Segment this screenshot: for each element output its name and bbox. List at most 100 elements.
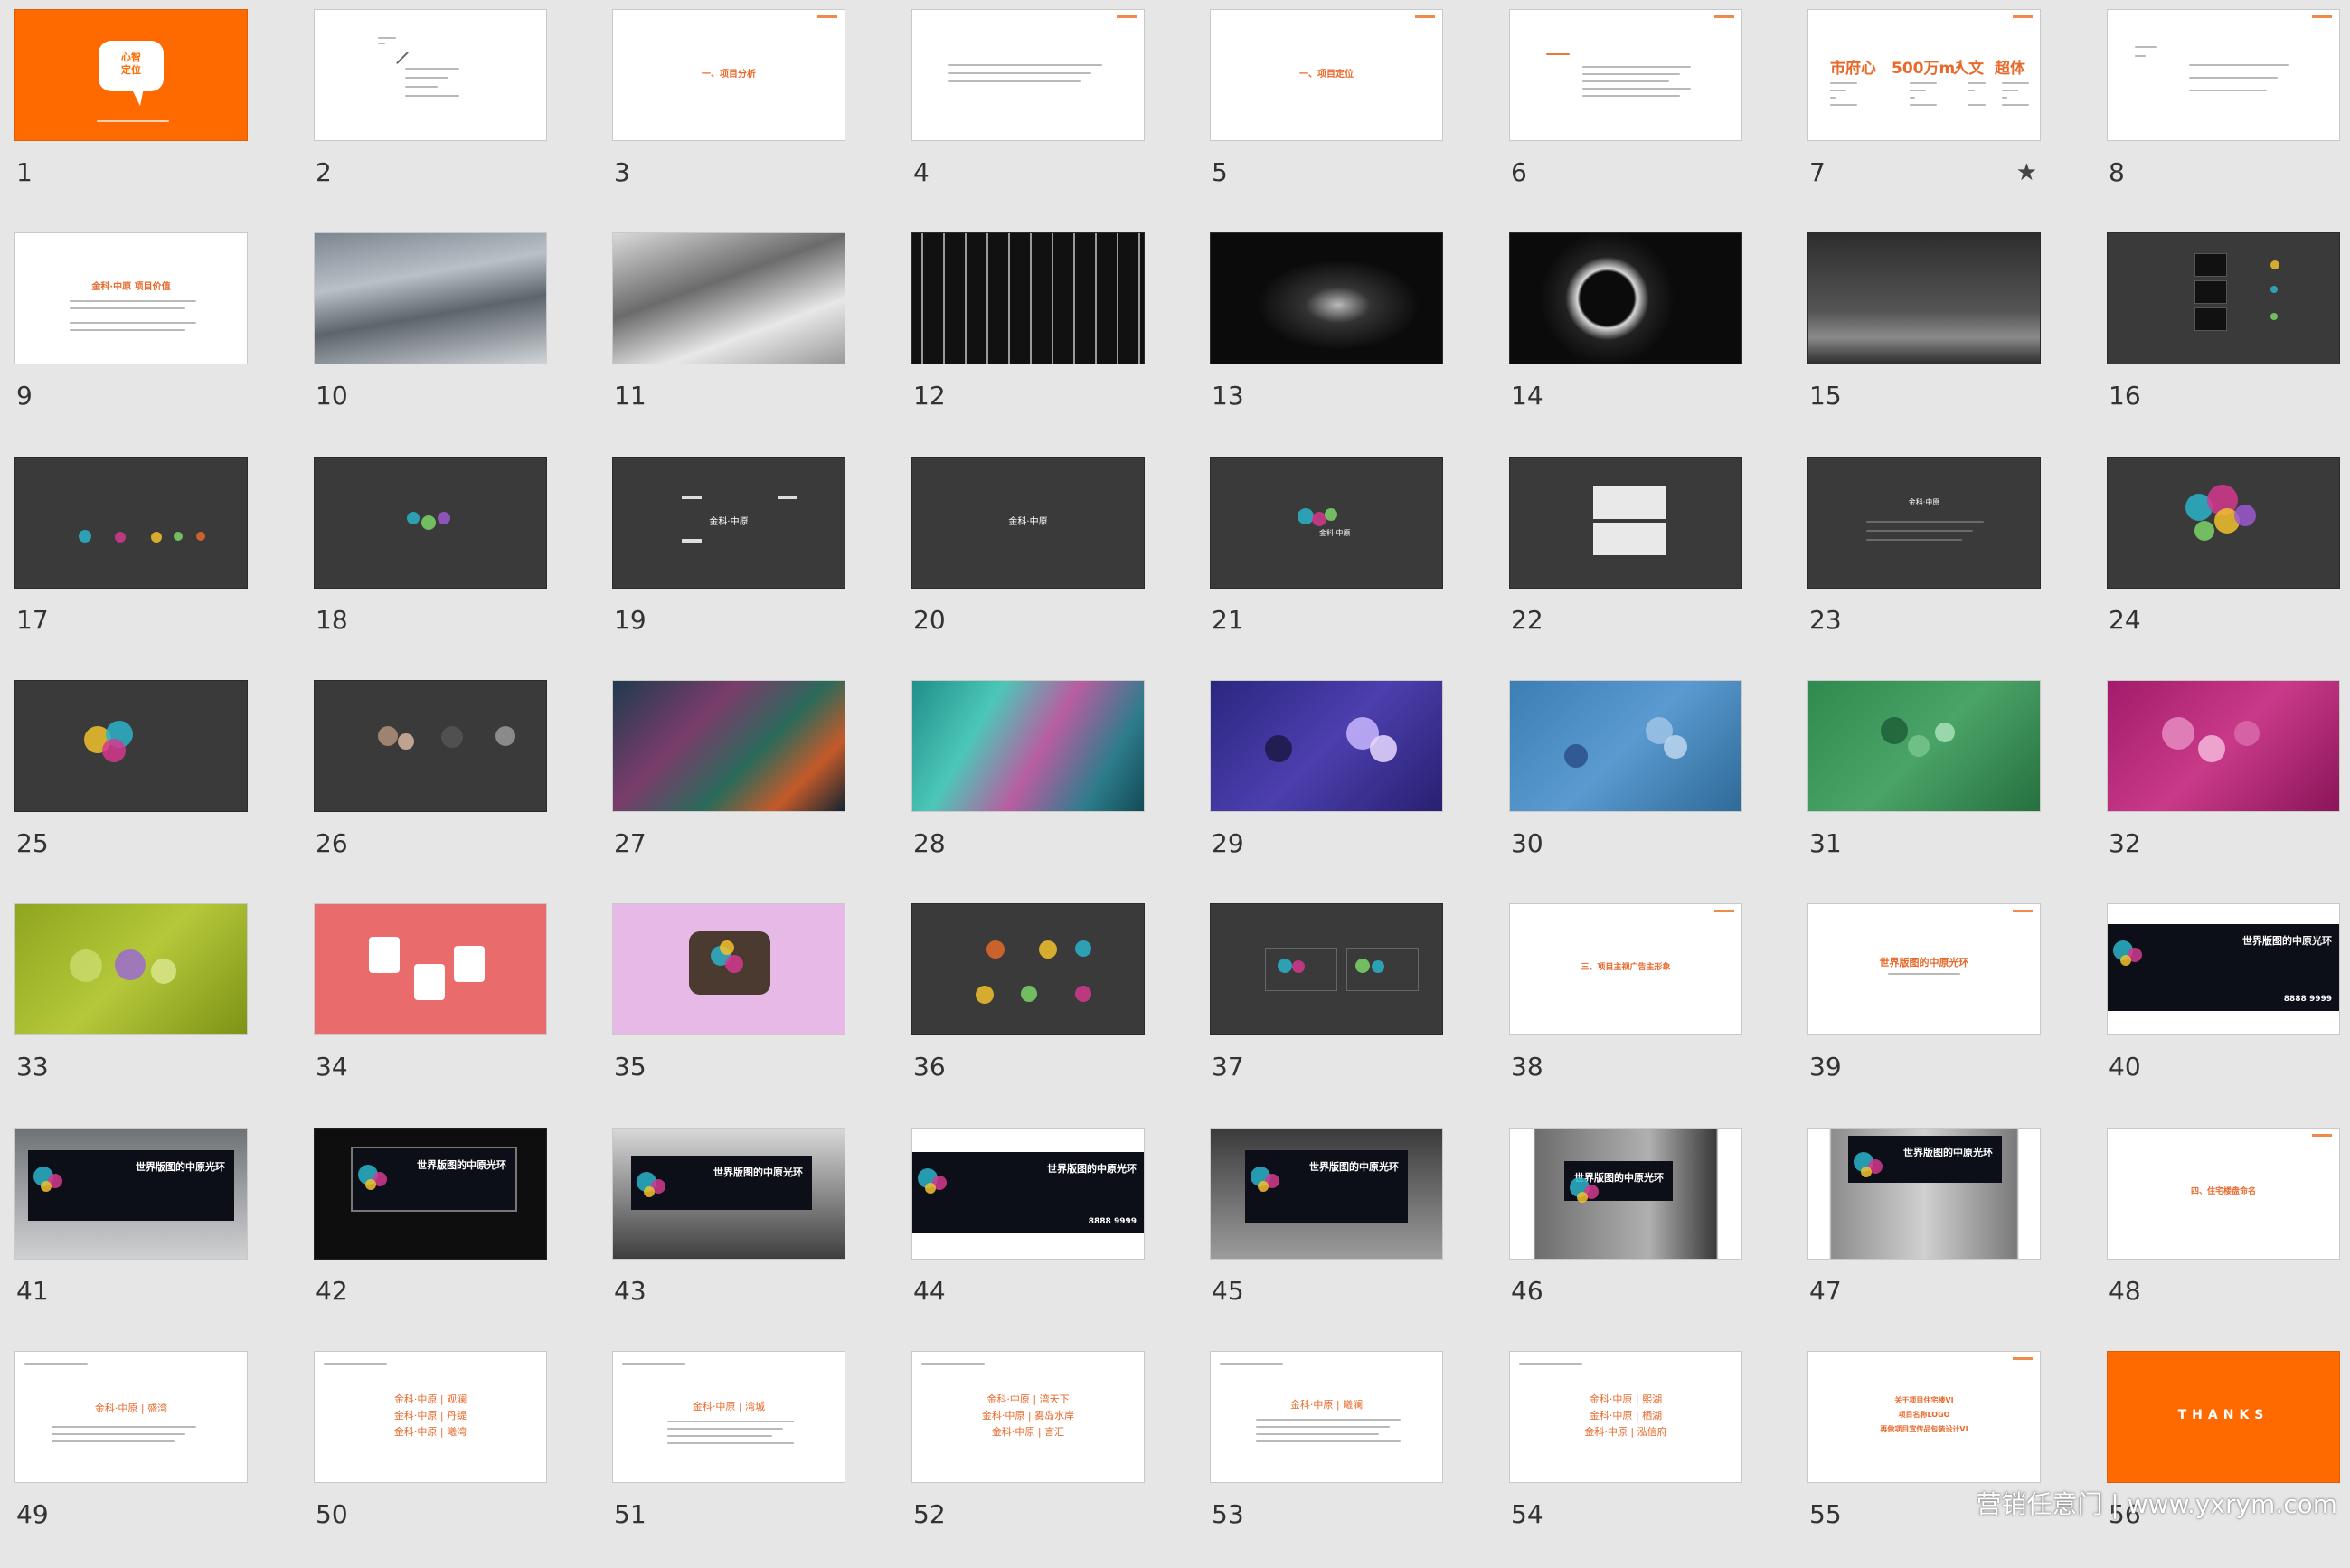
slide-preview[interactable]: 金科·中原 — [1210, 457, 1443, 589]
slide-thumbnail-14[interactable]: 14 — [1509, 232, 1742, 449]
slide-preview[interactable] — [1210, 680, 1443, 812]
slide-thumbnail-43[interactable]: 世界版图的中原光环 43 — [612, 1128, 845, 1345]
slide-preview[interactable] — [1509, 457, 1742, 589]
slide-preview[interactable]: 三、项目主视广告主形象 — [1509, 903, 1742, 1035]
slide-preview[interactable] — [911, 680, 1145, 812]
slide-thumbnail-49[interactable]: 金科·中原 | 盛湾 49 — [14, 1351, 248, 1568]
slide-thumbnail-30[interactable]: 30 — [1509, 680, 1742, 897]
slide-preview[interactable] — [1509, 680, 1742, 812]
slide-preview[interactable] — [1807, 680, 2041, 812]
slide-thumbnail-39[interactable]: 世界版图的中原光环 39 — [1807, 903, 2041, 1120]
slide-thumbnail-15[interactable]: 15 — [1807, 232, 2041, 449]
slide-preview[interactable]: 世界版图的中原光环 — [1807, 1128, 2041, 1260]
slide-preview[interactable] — [911, 232, 1145, 364]
slide-preview[interactable] — [2107, 457, 2340, 589]
slide-preview[interactable] — [314, 232, 547, 364]
slide-thumbnail-12[interactable]: 12 — [911, 232, 1145, 449]
slide-preview[interactable]: 世界版图的中原光环 — [314, 1128, 547, 1260]
slide-thumbnail-48[interactable]: 四、住宅楼盘命名 48 — [2107, 1128, 2340, 1345]
slide-thumbnail-5[interactable]: 一、项目定位 5 — [1210, 9, 1443, 226]
slide-preview[interactable] — [2107, 232, 2340, 364]
slide-preview[interactable]: 关于项目住宅楼VI 项目名称LOGO 再做项目宣传品包装设计VI — [1807, 1351, 2041, 1483]
slide-preview[interactable] — [1210, 232, 1443, 364]
slide-thumbnail-56[interactable]: THANKS 56 — [2107, 1351, 2340, 1568]
slide-thumbnail-18[interactable]: 18 — [314, 457, 547, 674]
slide-thumbnail-17[interactable]: 17 — [14, 457, 248, 674]
slide-preview[interactable] — [14, 457, 248, 589]
slide-preview[interactable] — [1210, 903, 1443, 1035]
slide-thumbnail-37[interactable]: 37 — [1210, 903, 1443, 1120]
slide-preview[interactable] — [14, 680, 248, 812]
slide-thumbnail-33[interactable]: 33 — [14, 903, 248, 1120]
slide-thumbnail-23[interactable]: 金科·中原 23 — [1807, 457, 2041, 674]
slide-preview[interactable] — [2107, 680, 2340, 812]
slide-thumbnail-35[interactable]: 35 — [612, 903, 845, 1120]
slide-thumbnail-1[interactable]: 心智 定位 1 — [14, 9, 248, 226]
slide-preview[interactable] — [1807, 232, 2041, 364]
slide-thumbnail-32[interactable]: 32 — [2107, 680, 2340, 897]
slide-preview[interactable]: 金科·中原 | 熙湖 金科·中原 | 栖湖 金科·中原 | 泓信府 — [1509, 1351, 1742, 1483]
slide-thumbnail-20[interactable]: 金科·中原 20 — [911, 457, 1145, 674]
slide-preview[interactable]: 世界版图的中原光环 — [612, 1128, 845, 1260]
slide-preview[interactable]: 金科·中原 | 曦澜 — [1210, 1351, 1443, 1483]
slide-preview[interactable]: 四、住宅楼盘命名 — [2107, 1128, 2340, 1260]
slide-thumbnail-13[interactable]: 13 — [1210, 232, 1443, 449]
slide-preview[interactable]: 世界版图的中原光环 — [1509, 1128, 1742, 1260]
slide-thumbnail-8[interactable]: 8 — [2107, 9, 2340, 226]
slide-thumbnail-46[interactable]: 世界版图的中原光环 46 — [1509, 1128, 1742, 1345]
slide-preview[interactable] — [911, 9, 1145, 141]
slide-thumbnail-9[interactable]: 金科·中原 项目价值 9 — [14, 232, 248, 449]
slide-thumbnail-31[interactable]: 31 — [1807, 680, 2041, 897]
slide-preview[interactable]: 金科·中原 | 观澜 金科·中原 | 丹缇 金科·中原 | 曦湾 — [314, 1351, 547, 1483]
slide-thumbnail-38[interactable]: 三、项目主视广告主形象 38 — [1509, 903, 1742, 1120]
slide-thumbnail-21[interactable]: 金科·中原 21 — [1210, 457, 1443, 674]
slide-thumbnail-55[interactable]: 关于项目住宅楼VI 项目名称LOGO 再做项目宣传品包装设计VI 55 — [1807, 1351, 2041, 1568]
slide-preview[interactable] — [314, 457, 547, 589]
slide-thumbnail-26[interactable]: 26 — [314, 680, 547, 897]
slide-thumbnail-22[interactable]: 22 — [1509, 457, 1742, 674]
slide-thumbnail-51[interactable]: 金科·中原 | 湾城 51 — [612, 1351, 845, 1568]
slide-thumbnail-45[interactable]: 世界版图的中原光环 45 — [1210, 1128, 1443, 1345]
slide-preview[interactable] — [612, 680, 845, 812]
slide-preview[interactable] — [612, 903, 845, 1035]
slide-preview[interactable]: 金科·中原 | 盛湾 — [14, 1351, 248, 1483]
slide-preview[interactable]: THANKS — [2107, 1351, 2340, 1483]
slide-preview[interactable] — [1509, 9, 1742, 141]
slide-preview[interactable] — [911, 903, 1145, 1035]
slide-thumbnail-6[interactable]: 6 — [1509, 9, 1742, 226]
slide-preview[interactable]: 金科·中原 — [612, 457, 845, 589]
slide-thumbnail-28[interactable]: 28 — [911, 680, 1145, 897]
slide-preview[interactable]: 一、项目定位 — [1210, 9, 1443, 141]
slide-thumbnail-34[interactable]: 34 — [314, 903, 547, 1120]
slide-preview[interactable]: 金科·中原 — [1807, 457, 2041, 589]
slide-thumbnail-47[interactable]: 世界版图的中原光环 47 — [1807, 1128, 2041, 1345]
slide-thumbnail-24[interactable]: 24 — [2107, 457, 2340, 674]
slide-thumbnail-36[interactable]: 36 — [911, 903, 1145, 1120]
slide-thumbnail-3[interactable]: 一、项目分析 3 — [612, 9, 845, 226]
slide-preview[interactable] — [14, 903, 248, 1035]
slide-preview[interactable]: 金科·中原 — [911, 457, 1145, 589]
slide-thumbnail-2[interactable]: 2 — [314, 9, 547, 226]
slide-preview[interactable]: 金科·中原 | 湾城 — [612, 1351, 845, 1483]
slide-thumbnail-16[interactable]: 16 — [2107, 232, 2340, 449]
slide-thumbnail-40[interactable]: 世界版图的中原光环 8888 9999 40 — [2107, 903, 2340, 1120]
slide-preview[interactable] — [2107, 9, 2340, 141]
slide-preview[interactable] — [314, 680, 547, 812]
slide-thumbnail-19[interactable]: 金科·中原 19 — [612, 457, 845, 674]
slide-thumbnail-42[interactable]: 世界版图的中原光环 42 — [314, 1128, 547, 1345]
slide-preview[interactable] — [1509, 232, 1742, 364]
slide-preview[interactable] — [314, 903, 547, 1035]
slide-thumbnail-50[interactable]: 金科·中原 | 观澜 金科·中原 | 丹缇 金科·中原 | 曦湾 50 — [314, 1351, 547, 1568]
slide-preview[interactable]: 世界版图的中原光环 8888 9999 — [2107, 903, 2340, 1035]
slide-preview[interactable] — [612, 232, 845, 364]
slide-thumbnail-27[interactable]: 27 — [612, 680, 845, 897]
slide-preview[interactable]: 一、项目分析 — [612, 9, 845, 141]
slide-thumbnail-10[interactable]: 10 — [314, 232, 547, 449]
slide-thumbnail-41[interactable]: 世界版图的中原光环 41 — [14, 1128, 248, 1345]
slide-preview[interactable]: 世界版图的中原光环 8888 9999 — [911, 1128, 1145, 1260]
slide-preview[interactable]: 市府心 500万m² 人文 超体 — [1807, 9, 2041, 141]
slide-preview[interactable]: 世界版图的中原光环 — [1210, 1128, 1443, 1260]
slide-thumbnail-29[interactable]: 29 — [1210, 680, 1443, 897]
slide-thumbnail-44[interactable]: 世界版图的中原光环 8888 9999 44 — [911, 1128, 1145, 1345]
slide-thumbnail-52[interactable]: 金科·中原 | 湾天下 金科·中原 | 雾岛水岸 金科·中原 | 言汇 52 — [911, 1351, 1145, 1568]
